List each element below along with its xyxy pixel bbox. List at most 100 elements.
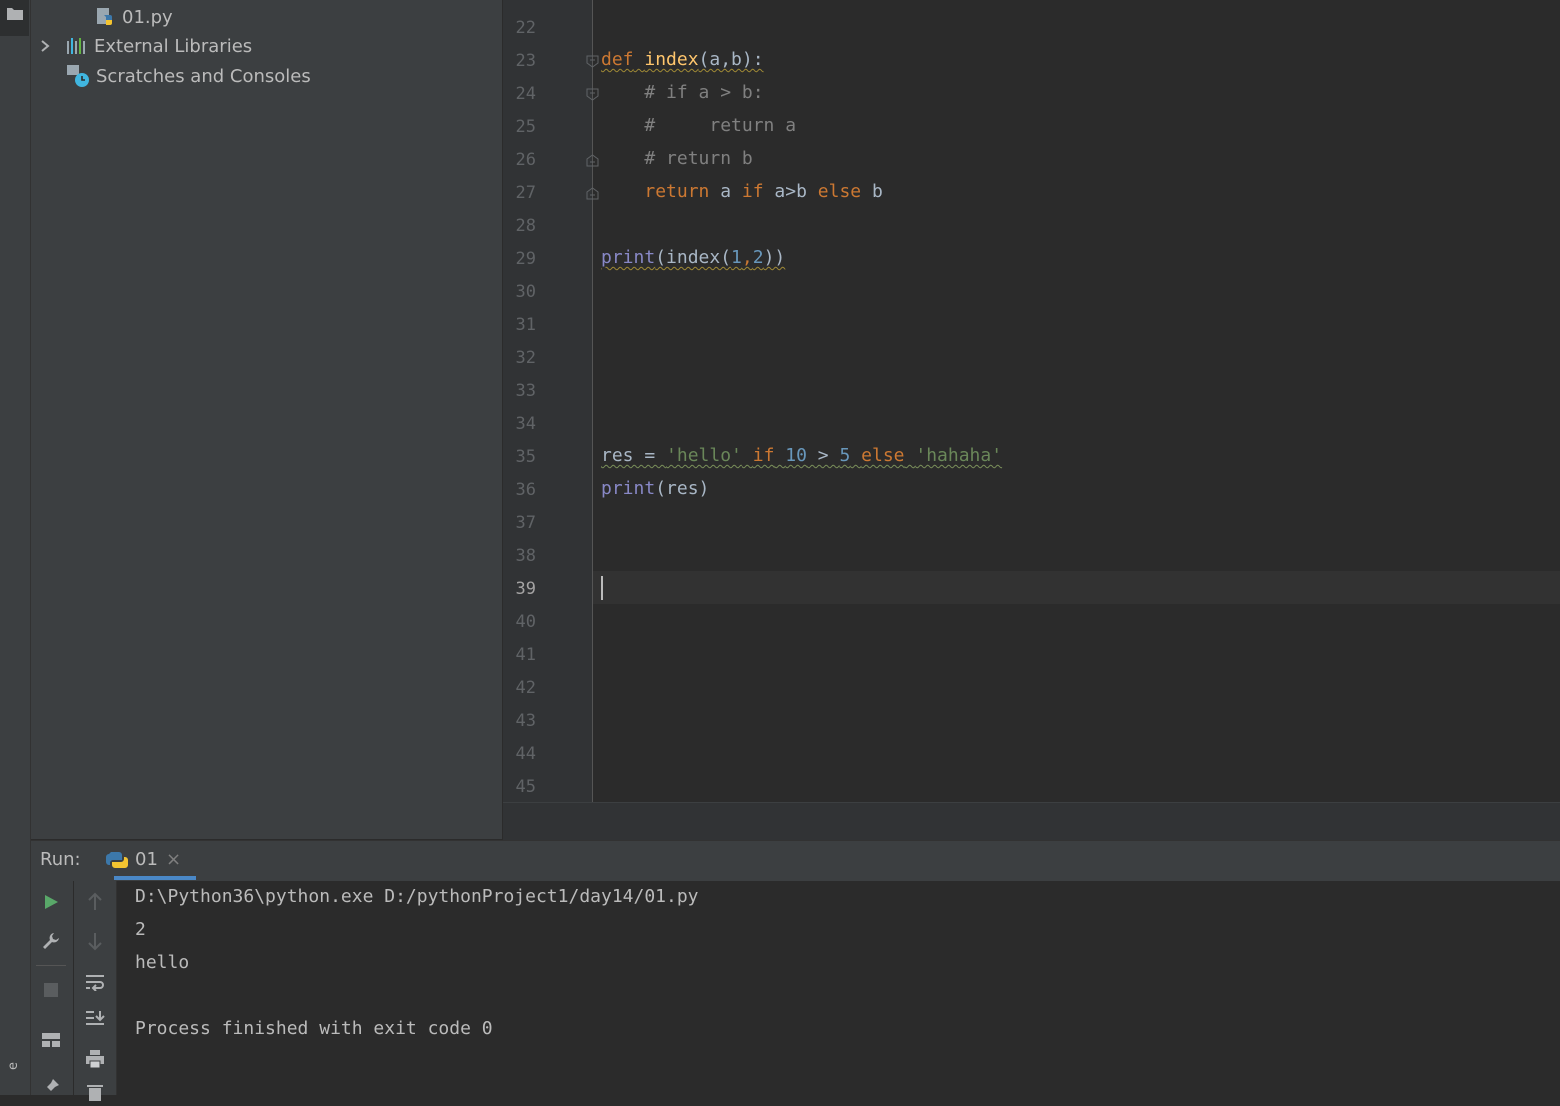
text-caret <box>601 576 603 600</box>
code-token: (index( <box>655 247 732 268</box>
line-number: 32 <box>515 348 536 368</box>
line-number: 27 <box>515 183 536 203</box>
print-button[interactable] <box>82 1046 108 1072</box>
line-number: 38 <box>515 546 536 566</box>
python-file-icon <box>97 8 112 25</box>
scroll-to-end-icon <box>86 1011 105 1025</box>
code-line-36: print(res) <box>601 478 709 499</box>
code-token: 'hello' <box>666 445 742 466</box>
arrow-up-icon <box>88 892 102 910</box>
code-token: index <box>644 49 699 70</box>
library-icon <box>67 38 85 54</box>
console-line: 2 <box>135 919 146 940</box>
scroll-down-button[interactable] <box>82 928 108 954</box>
code-token: 10 <box>785 445 807 466</box>
code-token: > <box>806 445 840 466</box>
line-number: 36 <box>515 480 536 500</box>
current-line-highlight <box>593 571 1560 604</box>
scroll-up-button[interactable] <box>82 889 108 915</box>
line-number: 35 <box>515 447 536 467</box>
pin-tab-button[interactable] <box>38 1074 64 1100</box>
code-line-24: # if a > b: <box>601 82 764 103</box>
code-token: )) <box>763 247 786 268</box>
play-icon <box>45 895 58 909</box>
code-line-35: res = 'hello' if 10 > 5 else 'hahaha' <box>601 445 1002 466</box>
code-token: a>b <box>763 181 818 202</box>
line-number: 45 <box>515 777 536 797</box>
clear-all-button[interactable] <box>82 1080 108 1106</box>
code-line-27: return a if a>b else b <box>601 181 883 202</box>
line-number: 43 <box>515 711 536 731</box>
line-number: 24 <box>515 84 536 104</box>
code-token: 2 <box>752 247 764 268</box>
code-token: if <box>741 181 764 202</box>
soft-wrap-icon <box>86 975 104 991</box>
arrow-down-icon <box>88 933 102 951</box>
stop-button[interactable] <box>38 977 64 1003</box>
code-token: else <box>817 181 862 202</box>
layout-button[interactable] <box>38 1027 64 1053</box>
scroll-to-end-button[interactable] <box>82 1006 108 1032</box>
print-icon <box>86 1050 104 1069</box>
code-token: 'hahaha' <box>915 445 1003 466</box>
edit-configuration-button[interactable] <box>38 928 64 954</box>
line-number: 41 <box>515 645 536 665</box>
code-line-29: print(index(1,2)) <box>601 247 785 268</box>
code-token: def <box>601 49 634 70</box>
run-panel-label: Run: <box>40 849 81 870</box>
code-token: (a,b): <box>698 49 764 70</box>
side-tool-label[interactable]: e <box>6 1062 21 1070</box>
trash-icon <box>87 1085 103 1101</box>
project-panel <box>31 0 502 839</box>
tree-item-external-libraries[interactable]: External Libraries <box>38 31 252 61</box>
tree-item-scratches[interactable]: Scratches and Consoles <box>66 61 311 91</box>
line-number: 29 <box>515 249 536 269</box>
python-icon <box>106 852 128 868</box>
wrench-icon <box>43 933 59 949</box>
code-token: res = <box>601 445 667 466</box>
code-token: 5 <box>839 445 851 466</box>
pin-icon <box>43 1079 59 1095</box>
run-panel-header <box>31 840 1560 881</box>
code-token: print <box>601 478 656 499</box>
fold-end-marker-icon[interactable] <box>586 154 599 167</box>
gutter-divider <box>592 0 593 802</box>
tree-item-label: 01.py <box>122 6 173 28</box>
line-number: 28 <box>515 216 536 236</box>
tool-window-strip <box>0 0 31 1095</box>
fold-marker-icon[interactable] <box>586 55 599 68</box>
code-token: (res) <box>655 478 710 499</box>
stop-icon <box>44 983 58 997</box>
toolbar-separator <box>36 965 66 966</box>
layout-icon <box>42 1033 60 1047</box>
line-number: 42 <box>515 678 536 698</box>
code-token: if <box>752 445 775 466</box>
line-number: 23 <box>515 51 536 71</box>
editor-breadcrumb-bar <box>503 802 1560 840</box>
line-number: 22 <box>515 18 536 38</box>
rerun-button[interactable] <box>38 889 64 915</box>
code-token: b <box>861 181 883 202</box>
tree-item-label: Scratches and Consoles <box>96 65 311 87</box>
line-number: 37 <box>515 513 536 533</box>
tree-item-01-py[interactable]: 01.py <box>96 2 173 32</box>
chevron-right-icon[interactable] <box>38 39 52 53</box>
tree-item-label: External Libraries <box>94 35 253 57</box>
scratches-icon <box>67 65 89 87</box>
folder-icon <box>7 8 23 20</box>
line-number-current: 39 <box>515 579 536 599</box>
code-token: else <box>861 445 905 466</box>
soft-wrap-button[interactable] <box>82 969 108 995</box>
fold-marker-icon[interactable] <box>586 88 599 101</box>
code-token: a <box>709 181 742 202</box>
console-output[interactable] <box>117 881 1560 1095</box>
line-number: 26 <box>515 150 536 170</box>
line-number: 25 <box>515 117 536 137</box>
line-number: 34 <box>515 414 536 434</box>
run-tab-label: 01 <box>135 849 158 870</box>
close-tab-icon[interactable]: × <box>166 849 181 870</box>
project-tool-button[interactable] <box>0 0 29 36</box>
code-line-23: def index(a,b): <box>601 49 764 70</box>
fold-end-marker-icon[interactable] <box>586 187 599 200</box>
code-token: , <box>741 247 753 268</box>
